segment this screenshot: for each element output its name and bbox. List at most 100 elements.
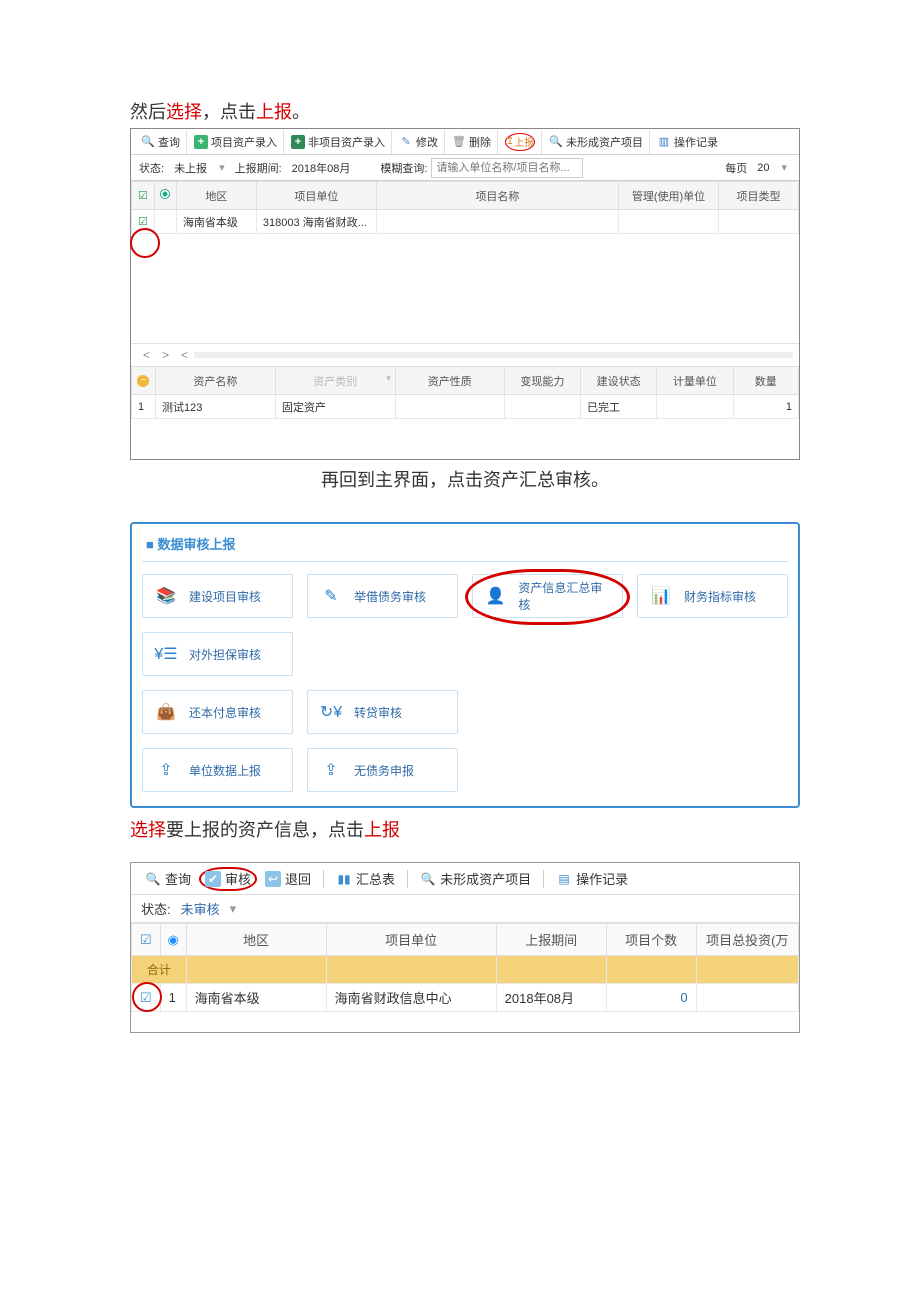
log-icon: ▤ — [556, 871, 572, 887]
query-button[interactable]: 🔍查询 — [137, 865, 199, 893]
plus-icon: + — [194, 135, 208, 149]
cell-period: 2018年08月 — [496, 984, 606, 1012]
txt-red: 上报 — [364, 820, 400, 840]
caption-3: 选择要上报的资产信息，点击上报 — [130, 816, 800, 842]
delete-button[interactable]: 🗑删除 — [446, 130, 498, 154]
status-dropdown[interactable]: 未审核 — [175, 899, 226, 918]
status-dropdown[interactable]: 未上报 — [168, 160, 213, 176]
fuzzy-search-input[interactable] — [431, 158, 583, 178]
asset-grid: − 资产名称 资产类别 资产性质 变现能力 建设状态 计量单位 数量 1 测试1… — [131, 366, 799, 419]
scroll-left[interactable]: < — [175, 348, 194, 362]
txt: 然后 — [130, 102, 166, 122]
cell-status: 已完工 — [580, 395, 656, 419]
label: 修改 — [416, 134, 438, 150]
tile-borrow-debt-audit[interactable]: ✎举借债务审核 — [307, 574, 458, 618]
label: 审核 — [225, 869, 251, 888]
tile-asset-summary-audit[interactable]: 👤 资产信息汇总审核 — [472, 574, 623, 618]
return-icon: ↩ — [265, 871, 281, 887]
checkbox-all[interactable]: ☑ — [132, 182, 155, 210]
label: 建设项目审核 — [189, 588, 261, 605]
cell-count: 0 — [606, 984, 696, 1012]
pencil-icon: ✎ — [318, 583, 344, 609]
chevron-down-icon[interactable]: ▾ — [213, 161, 231, 174]
col-qty: 数量 — [733, 367, 798, 395]
audit-button[interactable]: ✔审核 — [199, 867, 257, 891]
col-name: 项目名称 — [376, 182, 618, 210]
row-radio[interactable] — [154, 210, 176, 234]
add-project-asset-button[interactable]: +项目资产录入 — [188, 130, 284, 154]
screenshot-audit-list: 🔍查询 ✔审核 ↩退回 ▮▮汇总表 🔍未形成资产项目 ▤操作记录 状态: 未审核… — [130, 862, 800, 1033]
asset-icon: 👤 — [483, 583, 508, 609]
search-icon: 🔍 — [549, 135, 563, 149]
tile-unit-data-report[interactable]: ⇪单位数据上报 — [142, 748, 293, 792]
txt: ，点击 — [202, 102, 256, 122]
log-button[interactable]: ▤操作记录 — [548, 865, 636, 893]
label: 单位数据上报 — [189, 762, 261, 779]
pager: < > < — [131, 344, 799, 366]
chevron-down-icon[interactable]: ▾ — [775, 161, 793, 174]
report-button[interactable]: ↥ 上报 — [499, 130, 542, 154]
cell-nature — [395, 395, 504, 419]
checkbox-all[interactable]: ☑ — [132, 924, 161, 956]
label: 资产信息汇总审核 — [518, 579, 612, 613]
txt-red: 选择 — [130, 820, 166, 840]
radio-header — [154, 182, 176, 210]
log-icon: ▥ — [657, 135, 671, 149]
col-unit: 项目单位 — [326, 924, 496, 956]
label: 汇总表 — [356, 869, 395, 888]
return-button[interactable]: ↩退回 — [257, 865, 319, 893]
search-icon: 🔍 — [420, 871, 436, 887]
radio-header: ◉ — [160, 924, 186, 956]
table-row[interactable]: 1 测试123 固定资产 已完工 1 — [132, 395, 799, 419]
chevron-down-icon[interactable]: ▾ — [226, 901, 241, 917]
row-checkbox[interactable]: ☑ — [132, 984, 161, 1012]
plus-icon: + — [291, 135, 305, 149]
edit-button[interactable]: ✎修改 — [393, 130, 445, 154]
perpage-value[interactable]: 20 — [751, 162, 775, 174]
tile-debt-payment-audit[interactable]: 👜还本付息审核 — [142, 690, 293, 734]
col-asset-cat[interactable]: 资产类别 — [275, 367, 395, 395]
tile-guarantee-audit[interactable]: ¥☰对外担保审核 — [142, 632, 293, 676]
row-index: 1 — [160, 984, 186, 1012]
tile-financial-index-audit[interactable]: 📊财务指标审核 — [637, 574, 788, 618]
caption-1: 然后选择，点击上报。 — [130, 98, 800, 124]
col-realize: 变现能力 — [504, 367, 580, 395]
add-nonproject-asset-button[interactable]: +非项目资产录入 — [285, 130, 392, 154]
tile-build-project-audit[interactable]: 📚建设项目审核 — [142, 574, 293, 618]
remove-header: − — [132, 367, 156, 395]
page-prev[interactable]: < — [137, 348, 156, 362]
wallet-icon: 👜 — [153, 699, 179, 725]
label: 无债务申报 — [354, 762, 414, 779]
log-button[interactable]: ▥操作记录 — [651, 130, 724, 154]
label: 未形成资产项目 — [566, 134, 643, 150]
filter-bar: 状态: 未上报 ▾ 上报期间: 2018年08月 模糊查询: 每页 20 ▾ — [131, 155, 799, 181]
summary-button[interactable]: ▮▮汇总表 — [328, 865, 403, 893]
scrollbar-track[interactable] — [194, 352, 793, 358]
query-button[interactable]: 🔍查询 — [135, 130, 187, 154]
col-region: 地区 — [176, 182, 256, 210]
cell-name — [376, 210, 618, 234]
sum-label: 合计 — [132, 956, 187, 984]
page-next[interactable]: > — [156, 348, 175, 362]
tile-no-debt-declare[interactable]: ⇪无债务申报 — [307, 748, 458, 792]
col-period: 上报期间 — [496, 924, 606, 956]
filter-bar: 状态: 未审核 ▾ — [131, 895, 799, 923]
tile-transfer-loan-audit[interactable]: ↻¥转贷审核 — [307, 690, 458, 734]
period-value[interactable]: 2018年08月 — [286, 160, 357, 176]
unformed-asset-button[interactable]: 🔍未形成资产项目 — [412, 865, 539, 893]
table-row[interactable]: ☑ 1 海南省本级 海南省财政信息中心 2018年08月 0 — [132, 984, 799, 1012]
audit-grid: ☑ ◉ 地区 项目单位 上报期间 项目个数 项目总投资(万 合计 ☑ 1 海南 — [131, 923, 799, 1032]
table-row[interactable]: ☑ 海南省本级 318003 海南省财政... — [132, 210, 799, 234]
yen-icon: ¥☰ — [153, 641, 179, 667]
unformed-asset-button[interactable]: 🔍未形成资产项目 — [543, 130, 650, 154]
label: 删除 — [469, 134, 491, 150]
period-label: 上报期间: — [231, 160, 286, 176]
screenshot-asset-entry: 🔍查询 +项目资产录入 +非项目资产录入 ✎修改 🗑删除 ↥ 上报 🔍未形成资产… — [130, 128, 800, 460]
summary-row: 合计 — [132, 956, 799, 984]
cell-unit: 318003 海南省财政... — [256, 210, 376, 234]
label: 操作记录 — [674, 134, 718, 150]
trash-icon: 🗑 — [452, 135, 466, 149]
col-count: 项目个数 — [606, 924, 696, 956]
label: 退回 — [285, 869, 311, 888]
row-checkbox[interactable]: ☑ — [132, 210, 155, 234]
